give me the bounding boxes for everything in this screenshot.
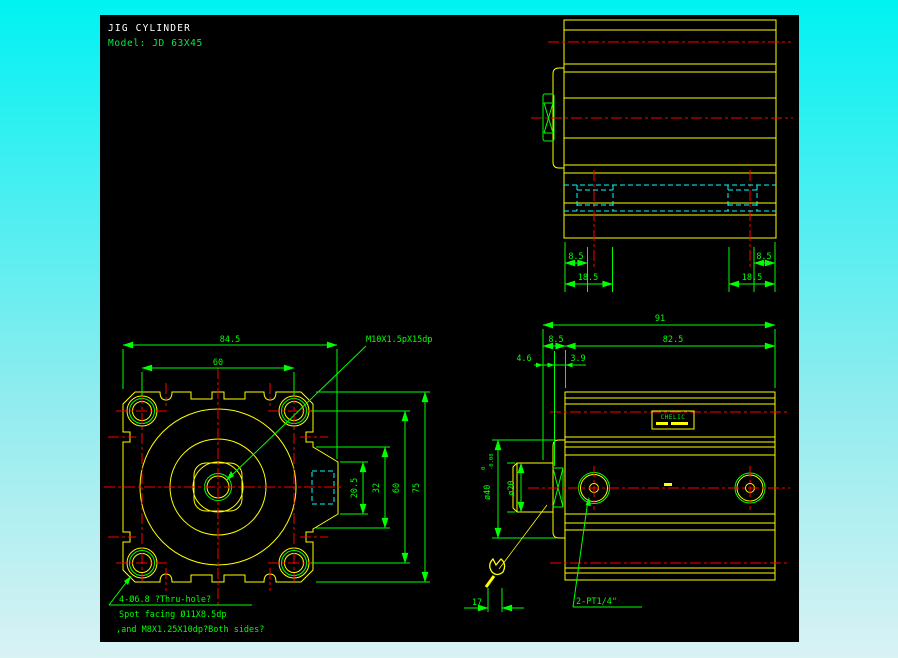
side-view: CHELIC 91 8.5 82.5 4.6 3.9 ø40 0 -0.08 ø… (464, 314, 790, 612)
front-view-dimension-arrows (122, 341, 429, 583)
drawing-model: Model: JD 63X45 (108, 38, 203, 49)
side-view-dim-total: 91 (655, 314, 665, 324)
side-view-centerlines (528, 411, 790, 564)
cad-drawing: JIG CYLINDER Model: JD 63X45 8.5 18.5 8.… (104, 19, 793, 635)
top-view: 8.5 18.5 8.5 18.5 (531, 19, 793, 292)
front-view-dim-height: 75 (412, 483, 422, 493)
front-view-hole-note-line3: ,and M8X1.25X10dp?Both sides? (116, 625, 264, 635)
side-view-dim-rod-dia: ø20 (507, 480, 517, 495)
side-view-dim-wrench-flats: 17 (472, 598, 482, 608)
side-view-dim-head: 8.5 (548, 335, 563, 345)
top-view-dim-right-offset: 8.5 (756, 252, 771, 262)
front-view-dim-bolt-spacing-h: 60 (213, 358, 223, 368)
drawing-title-block: JIG CYLINDER Model: JD 63X45 (108, 23, 203, 49)
front-view-extension-lines (122, 349, 430, 583)
top-view-centerlines (531, 41, 793, 268)
top-view-dim-right-pitch: 18.5 (742, 273, 762, 283)
top-view-dim-left-offset: 8.5 (568, 252, 583, 262)
front-view-hole-note-line2: Spot facing Ø11X8.5dp (119, 609, 226, 620)
side-view-dimension-arrows (464, 321, 776, 612)
side-view-dim-a: 4.6 (516, 354, 531, 364)
side-view-boss-tol-upper: 0 (481, 467, 487, 470)
side-view-dim-body-length: 82.5 (663, 335, 683, 345)
front-view-hole-note-line1: 4-Ø6.8 ?Thru-hole? (119, 594, 211, 605)
side-view-brand-label: CHELIC (651, 410, 695, 486)
wrench-icon (484, 504, 548, 588)
side-view-boss-tol-lower: -0.08 (489, 453, 495, 470)
front-view-dim-width: 84.5 (220, 335, 240, 345)
front-view-dim-lug-base: 32 (372, 483, 382, 493)
front-view-dim-bolt-spacing-v: 60 (392, 483, 402, 493)
brand-label-text: CHELIC (661, 414, 686, 421)
desktop-background: JIG CYLINDER Model: JD 63X45 8.5 18.5 8.… (0, 0, 898, 658)
side-view-extension-lines (487, 329, 776, 612)
front-view-hole-note: 4-Ø6.8 ?Thru-hole? Spot facing Ø11X8.5dp… (108, 575, 264, 635)
top-view-dim-left-pitch: 18.5 (578, 273, 598, 283)
side-view-dim-boss-dia: ø40 (483, 485, 493, 500)
cad-drawing-canvas: JIG CYLINDER Model: JD 63X45 8.5 18.5 8.… (100, 15, 799, 642)
side-view-tiny-mark (664, 483, 672, 486)
top-view-hidden-lines (564, 184, 776, 212)
front-view-dim-port-boss: 20.5 (350, 478, 360, 498)
front-view: 84.5 60 20.5 32 60 75 M10X1.5pX15dp 4-Ø6… (104, 335, 433, 635)
side-view-dim-b: 3.9 (570, 354, 585, 364)
drawing-title: JIG CYLINDER (108, 23, 191, 34)
front-view-thread-note: M10X1.5pX15dp (366, 335, 433, 345)
side-view-port-note: 2-PT1/4" (576, 597, 617, 607)
